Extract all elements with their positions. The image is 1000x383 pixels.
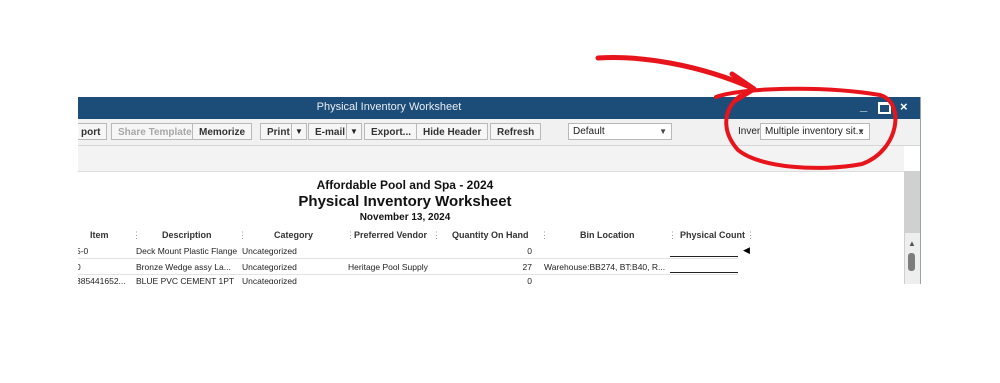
- column-separator[interactable]: ⋮: [540, 230, 549, 241]
- column-separator[interactable]: ⋮: [432, 230, 441, 241]
- refresh-button[interactable]: Refresh: [490, 123, 542, 140]
- minimize-icon[interactable]: _: [860, 98, 867, 114]
- column-header-quantity[interactable]: Quantity On Hand: [452, 230, 529, 240]
- cell-quantity: 0: [527, 276, 532, 284]
- email-dropdown-icon[interactable]: ▼: [346, 123, 362, 140]
- column-header-category[interactable]: Category: [274, 230, 313, 240]
- cell-description: BLUE PVC CEMENT 1PT: [136, 276, 235, 284]
- cell-item: 0: [78, 262, 81, 272]
- row-divider: [78, 258, 738, 259]
- column-header-bin-location[interactable]: Bin Location: [580, 230, 635, 240]
- cell-category: Uncategorized: [242, 276, 297, 284]
- column-header-vendor[interactable]: Preferred Vendor: [354, 230, 427, 240]
- column-header-item[interactable]: Item: [90, 230, 109, 240]
- physical-count-entry[interactable]: [670, 272, 738, 273]
- cell-category: Uncategorized: [242, 246, 297, 256]
- physical-count-entry[interactable]: [670, 256, 738, 257]
- report-body: Affordable Pool and Spa - 2024 Physical …: [78, 172, 904, 284]
- annotation-arrow-line: [595, 55, 755, 91]
- filter-bar: [78, 146, 904, 172]
- cell-quantity: 0: [527, 246, 532, 256]
- cell-category: Uncategorized: [242, 262, 297, 272]
- vertical-scrollbar[interactable]: ▲: [904, 171, 920, 284]
- inventory-site-select[interactable]: Multiple inventory sit... ▼: [760, 123, 870, 140]
- export-button[interactable]: Export...: [364, 123, 419, 140]
- cell-description: Deck Mount Plastic Flange: [136, 246, 238, 256]
- column-header-physical-count[interactable]: Physical Count: [680, 230, 745, 240]
- cell-description: Bronze Wedge assy La...: [136, 262, 231, 272]
- cell-item: 385441652...: [78, 276, 126, 284]
- close-icon[interactable]: ×: [900, 99, 908, 115]
- scrollbar-track: [905, 171, 920, 233]
- chevron-down-icon: ▼: [659, 127, 667, 136]
- cell-vendor: Heritage Pool Supply: [348, 262, 428, 272]
- row-divider: [78, 274, 738, 275]
- chevron-down-icon: ▼: [857, 127, 865, 136]
- report-toolbar: port Share Template Memorize Print ▼ E-m…: [78, 119, 920, 146]
- window-titlebar[interactable]: Physical Inventory Worksheet _ ×: [78, 97, 920, 119]
- export-template-button[interactable]: port: [78, 123, 108, 140]
- cell-quantity: 27: [522, 262, 532, 272]
- memorize-button[interactable]: Memorize: [192, 123, 253, 140]
- default-select-value: Default: [573, 126, 605, 137]
- print-dropdown-icon[interactable]: ▼: [291, 123, 307, 140]
- window-title: Physical Inventory Worksheet: [316, 101, 462, 113]
- inventory-site-value: Multiple inventory sit...: [765, 126, 864, 137]
- column-separator[interactable]: ⋮: [668, 230, 677, 241]
- cell-item: 5-0: [78, 246, 89, 256]
- company-name: Affordable Pool and Spa - 2024: [316, 178, 494, 192]
- cell-bin-location: Warehouse:BB274, BT:B40, R...: [544, 262, 666, 272]
- scrollbar-thumb[interactable]: [908, 253, 915, 271]
- share-template-button[interactable]: Share Template: [111, 123, 199, 140]
- maximize-icon[interactable]: [878, 102, 891, 114]
- default-select[interactable]: Default ▼: [568, 123, 672, 140]
- column-header-description[interactable]: Description: [162, 230, 212, 240]
- column-separator[interactable]: ⋮: [746, 230, 755, 241]
- hide-header-button[interactable]: Hide Header: [416, 123, 489, 140]
- report-date: November 13, 2024: [359, 212, 451, 223]
- report-window: Physical Inventory Worksheet _ × port Sh…: [78, 97, 921, 284]
- inventory-site-label: Inven: [738, 126, 763, 137]
- column-separator[interactable]: ⋮: [132, 230, 141, 241]
- row-pointer-icon: ◀: [743, 245, 750, 255]
- column-separator[interactable]: ⋮: [238, 230, 247, 241]
- scroll-up-icon[interactable]: ▲: [908, 239, 916, 248]
- report-title: Physical Inventory Worksheet: [298, 193, 512, 210]
